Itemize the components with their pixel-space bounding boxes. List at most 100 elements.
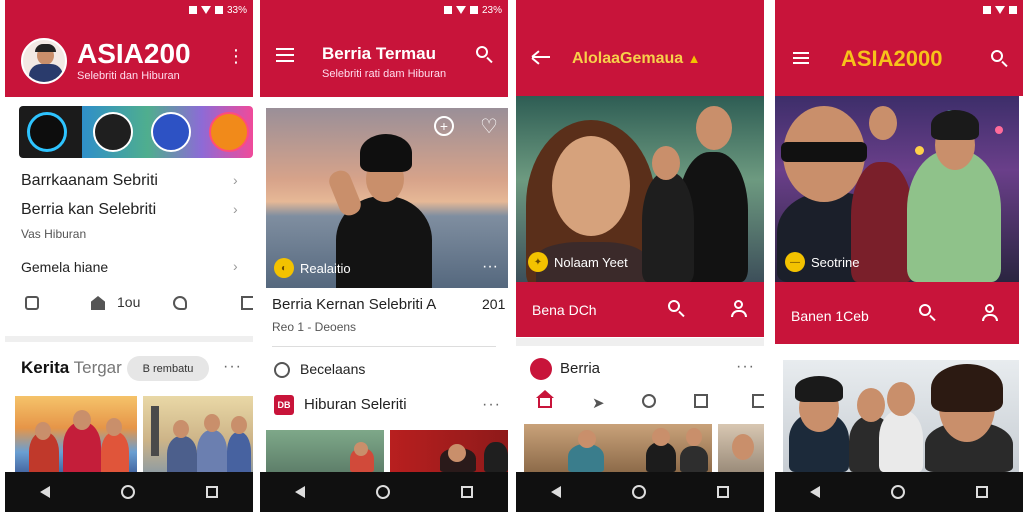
section-title: Kerita Tergar bbox=[21, 358, 122, 378]
home-nav-icon[interactable] bbox=[890, 485, 905, 499]
back-nav-icon[interactable] bbox=[40, 486, 51, 498]
news-photo[interactable] bbox=[783, 360, 1019, 472]
edit-icon[interactable] bbox=[694, 394, 708, 408]
featured-photo[interactable]: ✦ Nolaam Yeet bbox=[516, 96, 764, 282]
news-thumbnail[interactable] bbox=[15, 396, 137, 476]
section-divider bbox=[516, 338, 764, 346]
headline[interactable]: Berria Kernan Selebriti A bbox=[272, 296, 436, 313]
list-item-title[interactable]: Hiburan Seleriti bbox=[304, 396, 407, 413]
view-count: 1ou bbox=[117, 294, 141, 310]
avatar[interactable] bbox=[21, 38, 67, 84]
more-icon[interactable]: ··· bbox=[482, 396, 501, 414]
photo-footer: Banen 1Ceb bbox=[775, 282, 1019, 344]
tag-icon[interactable] bbox=[642, 394, 656, 408]
phone-screen-2: 23% Berria Termau Selebriti rati dam Hib… bbox=[260, 0, 508, 512]
share-icon[interactable] bbox=[91, 296, 105, 310]
like-icon[interactable] bbox=[173, 296, 187, 310]
sim-icon bbox=[443, 6, 452, 14]
back-arrow-icon[interactable] bbox=[530, 50, 550, 65]
photo-footer: Bena DCh bbox=[516, 282, 764, 337]
add-icon[interactable]: + bbox=[434, 116, 454, 136]
status-bar bbox=[775, 0, 1023, 20]
source-badge-icon: ◐ bbox=[274, 258, 294, 278]
app-title: Berria Termau bbox=[322, 44, 437, 63]
app-bar: 23% Berria Termau Selebriti rati dam Hib… bbox=[260, 0, 508, 97]
wifi-icon bbox=[995, 6, 1005, 14]
clock-icon bbox=[274, 362, 290, 378]
user-icon[interactable] bbox=[730, 300, 748, 318]
app-title: ASIA200 bbox=[77, 38, 191, 69]
featured-photo[interactable]: + ♡ ◐ Realaitio ··· bbox=[266, 108, 508, 288]
photo-caption-row: ✦ Nolaam Yeet bbox=[528, 252, 628, 272]
back-nav-icon[interactable] bbox=[295, 486, 306, 498]
gallery-icon[interactable] bbox=[752, 394, 764, 408]
light-dot bbox=[995, 126, 1003, 134]
system-nav-bar bbox=[5, 472, 253, 512]
category-icon-4[interactable] bbox=[209, 112, 249, 152]
news-thumbnail[interactable] bbox=[143, 396, 253, 476]
list-item-title[interactable]: Barrkaanam Sebriti bbox=[21, 172, 158, 190]
section-title-light: Tergar bbox=[73, 358, 122, 377]
list-item-title[interactable]: Becelaans bbox=[300, 361, 365, 377]
app-subtitle: Selebriti dan Hiburan bbox=[77, 70, 180, 82]
search-icon[interactable] bbox=[991, 50, 1009, 68]
recents-nav-icon[interactable] bbox=[975, 486, 988, 498]
user-icon[interactable] bbox=[981, 304, 999, 322]
recents-nav-icon[interactable] bbox=[716, 486, 729, 498]
app-bar: 33% ASIA200 Selebriti dan Hiburan ⋮ bbox=[5, 0, 253, 97]
phone-screen-3: AlolaaGemaua ▲ ✦ Nolaam Yeet Bena DCh Be… bbox=[516, 0, 764, 512]
app-title: ASIA2000 bbox=[841, 46, 943, 71]
category-icon-2[interactable] bbox=[93, 112, 133, 152]
home-nav-icon[interactable] bbox=[631, 485, 646, 499]
section-title[interactable]: Berria bbox=[560, 360, 600, 377]
footer-text: Bena DCh bbox=[532, 302, 597, 318]
headline-meta: Reo 1 - Deoens bbox=[272, 320, 357, 334]
app-title-text: AlolaaGemaua bbox=[572, 50, 684, 67]
battery-level: 33% bbox=[226, 4, 247, 16]
featured-photo[interactable]: — Seotrine bbox=[775, 96, 1019, 282]
more-icon[interactable]: ··· bbox=[482, 258, 498, 276]
menu-icon[interactable] bbox=[793, 52, 809, 64]
more-icon[interactable]: ··· bbox=[736, 358, 755, 376]
back-nav-icon[interactable] bbox=[551, 486, 562, 498]
image-icon[interactable] bbox=[241, 296, 253, 310]
news-thumbnail[interactable] bbox=[524, 424, 712, 472]
section-title-bold: Kerita bbox=[21, 358, 70, 377]
chevron-right-icon: › bbox=[233, 258, 238, 274]
filter-chip[interactable]: B rembatu bbox=[127, 356, 209, 381]
divider bbox=[272, 346, 496, 347]
send-icon[interactable]: ➤ bbox=[592, 394, 605, 412]
photo-caption-row: ◐ Realaitio bbox=[274, 258, 351, 278]
home-nav-icon[interactable] bbox=[120, 485, 135, 499]
action-row: 1ou bbox=[21, 294, 253, 316]
list-item-title[interactable]: Berria kan Selebriti bbox=[21, 201, 156, 219]
system-nav-bar bbox=[260, 472, 508, 512]
heart-icon[interactable]: ♡ bbox=[480, 114, 498, 139]
search-icon[interactable] bbox=[476, 46, 494, 64]
section-divider bbox=[5, 336, 253, 342]
sim-icon bbox=[188, 6, 197, 14]
comment-icon[interactable] bbox=[25, 296, 39, 310]
home-nav-icon[interactable] bbox=[375, 485, 390, 499]
news-thumbnail[interactable] bbox=[718, 424, 764, 472]
menu-icon[interactable] bbox=[276, 48, 294, 62]
recents-nav-icon[interactable] bbox=[205, 486, 218, 498]
brand-badge-icon: DB bbox=[274, 395, 294, 415]
photo-caption: Nolaam Yeet bbox=[554, 254, 628, 270]
category-icon-3[interactable] bbox=[151, 112, 191, 152]
chevron-right-icon: › bbox=[233, 172, 238, 188]
wifi-icon bbox=[200, 6, 211, 14]
recents-nav-icon[interactable] bbox=[460, 486, 473, 498]
category-icon-1[interactable] bbox=[27, 112, 67, 152]
search-icon[interactable] bbox=[919, 304, 937, 322]
battery-level: 23% bbox=[481, 4, 502, 16]
more-icon[interactable]: ··· bbox=[223, 358, 242, 376]
back-nav-icon[interactable] bbox=[810, 486, 821, 498]
more-icon[interactable]: ⋮ bbox=[227, 46, 245, 66]
news-thumbnail[interactable] bbox=[390, 430, 508, 472]
list-item-title[interactable]: Gemela hiane bbox=[21, 259, 108, 275]
source-badge-icon: ✦ bbox=[528, 252, 548, 272]
search-icon[interactable] bbox=[668, 300, 686, 318]
news-thumbnail[interactable] bbox=[266, 430, 384, 472]
chevron-right-icon: › bbox=[233, 201, 238, 217]
